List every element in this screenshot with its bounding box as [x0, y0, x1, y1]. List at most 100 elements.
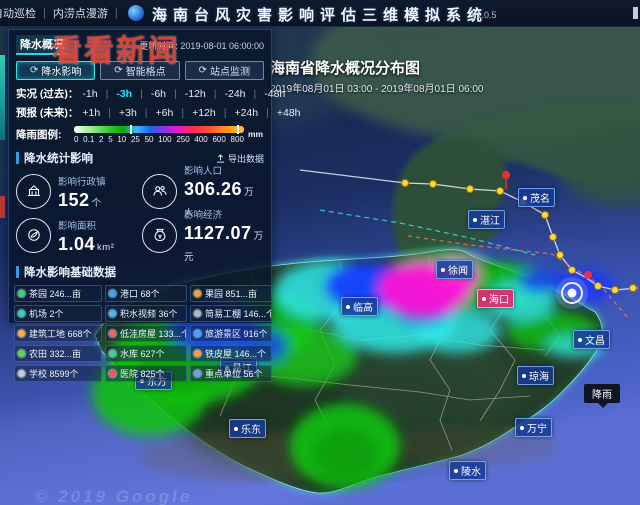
tab-label: 站点监测 [210, 63, 250, 78]
basic-item-tea-garden[interactable]: 茶园 246...亩 [14, 285, 102, 302]
city-tag-zhanjiang[interactable]: 湛江 [468, 210, 505, 229]
basic-data-grid: 茶园 246...亩 港口 68个 果园 851...亩 机场 2个 积水视频 … [9, 282, 271, 385]
city-tag-lingao[interactable]: 临高 [341, 297, 378, 316]
forecast-option[interactable]: +1h [78, 107, 115, 119]
basic-item-text: 果园 851...亩 [205, 287, 257, 300]
stats-grid: 影响行政镇 152个 影响人口 306.26万人 [9, 168, 271, 258]
refresh-icon: ⟳ [30, 65, 38, 76]
basic-item-text: 积水视频 36个 [120, 307, 178, 320]
category-dot-icon [18, 310, 25, 317]
basic-item-school[interactable]: 学校 8599个 [14, 365, 102, 382]
stat-unit: km² [97, 242, 114, 253]
menu-item-auto-patrol[interactable]: 自动巡检 [0, 5, 36, 21]
google-credit: © 2019 Google [35, 487, 192, 505]
basic-item-port[interactable]: 港口 68个 [105, 285, 187, 302]
menu-separator: | [115, 7, 118, 19]
rain-tooltip-text: 降雨 [592, 390, 612, 401]
city-tag-wenchang[interactable]: 文昌 [573, 330, 610, 349]
basic-item-orchard[interactable]: 果园 851...亩 [190, 285, 272, 302]
observed-option[interactable]: -12h [181, 88, 221, 100]
kankan-news-watermark: 看看新闻 [52, 26, 180, 70]
tag-dot [234, 427, 238, 431]
category-dot-icon [194, 370, 201, 377]
tag-dot [522, 374, 526, 378]
legend-tick: 5 [108, 135, 112, 144]
tag-dot [578, 338, 582, 342]
legend-ticks: 0 0.1 2 5 10 25 50 100 250 400 600 800 [74, 135, 244, 144]
basic-item-farmland[interactable]: 农田 332...亩 [14, 345, 102, 362]
legend-tick: 100 [158, 135, 171, 144]
tab-station-monitor[interactable]: ⟳ 站点监测 [185, 61, 264, 80]
category-dot-icon [18, 350, 25, 357]
legend-tick: 800 [231, 135, 244, 144]
category-dot-icon [109, 290, 116, 297]
area-compass-icon [16, 218, 51, 253]
forecast-option[interactable]: +48h [273, 107, 305, 119]
forecast-option[interactable]: +12h [188, 107, 230, 119]
city-tag-xuwen[interactable]: 徐闻 [436, 260, 473, 279]
observed-option[interactable]: -48h [260, 88, 289, 100]
stat-label: 影响行政镇 [58, 177, 106, 188]
refresh-icon: ⟳ [199, 65, 207, 76]
stat-unit: 个 [92, 198, 102, 209]
observed-option-active[interactable]: -3h [112, 88, 146, 100]
top-bar: 自动巡检 | 内涝点漫游 | 海南台风灾害影响评估三维模拟系统 v1.0.5 [0, 0, 640, 27]
basic-item-text: 医院 825个 [120, 367, 165, 380]
city-label: 徐闻 [448, 262, 468, 277]
basic-item-lowland-house[interactable]: 低洼房屋 133...个 [105, 325, 187, 342]
left-edge-strip [0, 55, 5, 140]
legend-tick: 0 [74, 135, 78, 144]
observed-option[interactable]: -6h [147, 88, 181, 100]
forecast-option[interactable]: +24h [230, 107, 272, 119]
category-dot-icon [109, 310, 116, 317]
basic-item-flood-video[interactable]: 积水视频 36个 [105, 305, 187, 322]
city-tag-ledong[interactable]: 乐东 [229, 419, 266, 438]
basic-item-airport[interactable]: 机场 2个 [14, 305, 102, 322]
forecast-option[interactable]: +3h [115, 107, 152, 119]
basic-item-text: 机场 2个 [29, 307, 64, 320]
city-tag-lingshui[interactable]: 陵水 [449, 461, 486, 480]
legend-bar-wrap: 0 0.1 2 5 10 25 50 100 250 400 600 800 [74, 126, 244, 144]
stats-title: 降水统计影响 [24, 150, 93, 166]
observed-option[interactable]: -1h [78, 88, 112, 100]
basic-data-section-header: 降水影响基础数据 [16, 264, 264, 280]
basic-item-reservoir[interactable]: 水库 627个 [105, 345, 187, 362]
basic-item-key-unit[interactable]: 重点单位 56个 [190, 365, 272, 382]
basic-item-text: 茶园 246...亩 [29, 287, 81, 300]
observed-option[interactable]: -24h [221, 88, 261, 100]
basic-item-construction-site[interactable]: 建筑工地 668个 [14, 325, 102, 342]
legend-tick: 400 [194, 135, 207, 144]
basic-item-text: 水库 627个 [120, 347, 165, 360]
city-tag-maoming[interactable]: 茂名 [518, 188, 555, 207]
people-icon [142, 174, 177, 209]
tag-dot [523, 196, 527, 200]
legend-tick: 600 [212, 135, 225, 144]
basic-item-scenic-spot[interactable]: 旅游景区 916个 [190, 325, 272, 342]
basic-data-title: 降水影响基础数据 [24, 264, 116, 280]
city-tag-haikou[interactable]: 海口 [477, 289, 514, 308]
category-dot-icon [109, 370, 116, 377]
stat-economy: 影响经济 1127.07万元 [142, 214, 264, 256]
legend-tick: 250 [176, 135, 189, 144]
city-tag-qionghai[interactable]: 琼海 [517, 366, 554, 385]
city-tag-wanning[interactable]: 万宁 [515, 418, 552, 437]
basic-item-hospital[interactable]: 医院 825个 [105, 365, 187, 382]
rain-legend-row: 降雨图例: 0 0.1 2 5 10 25 50 100 250 400 [9, 122, 271, 144]
basic-item-tin-house[interactable]: 铁皮屋 146...个 [190, 345, 272, 362]
menu-separator: | [43, 7, 46, 19]
stat-value: 1127.07 [184, 223, 252, 243]
watermark-edge-fragment [0, 196, 5, 218]
menu-item-waterlogging-roam[interactable]: 内涝点漫游 [53, 5, 108, 21]
legend-tick: 50 [145, 135, 154, 144]
city-label: 乐东 [241, 421, 261, 436]
basic-item-text: 学校 8599个 [29, 367, 79, 380]
city-label: 湛江 [480, 212, 500, 227]
map-title-block: 海南省降水概况分布图 2019年08月01日 03:00 - 2019年08月0… [270, 57, 483, 95]
city-label: 文昌 [585, 332, 605, 347]
tag-dot [482, 297, 486, 301]
city-label: 茂名 [530, 190, 550, 205]
forecast-option[interactable]: +6h [152, 107, 189, 119]
basic-item-shed[interactable]: 简易工棚 146...个 [190, 305, 272, 322]
section-accent [16, 266, 19, 278]
stat-value: 1.04 [58, 234, 95, 254]
